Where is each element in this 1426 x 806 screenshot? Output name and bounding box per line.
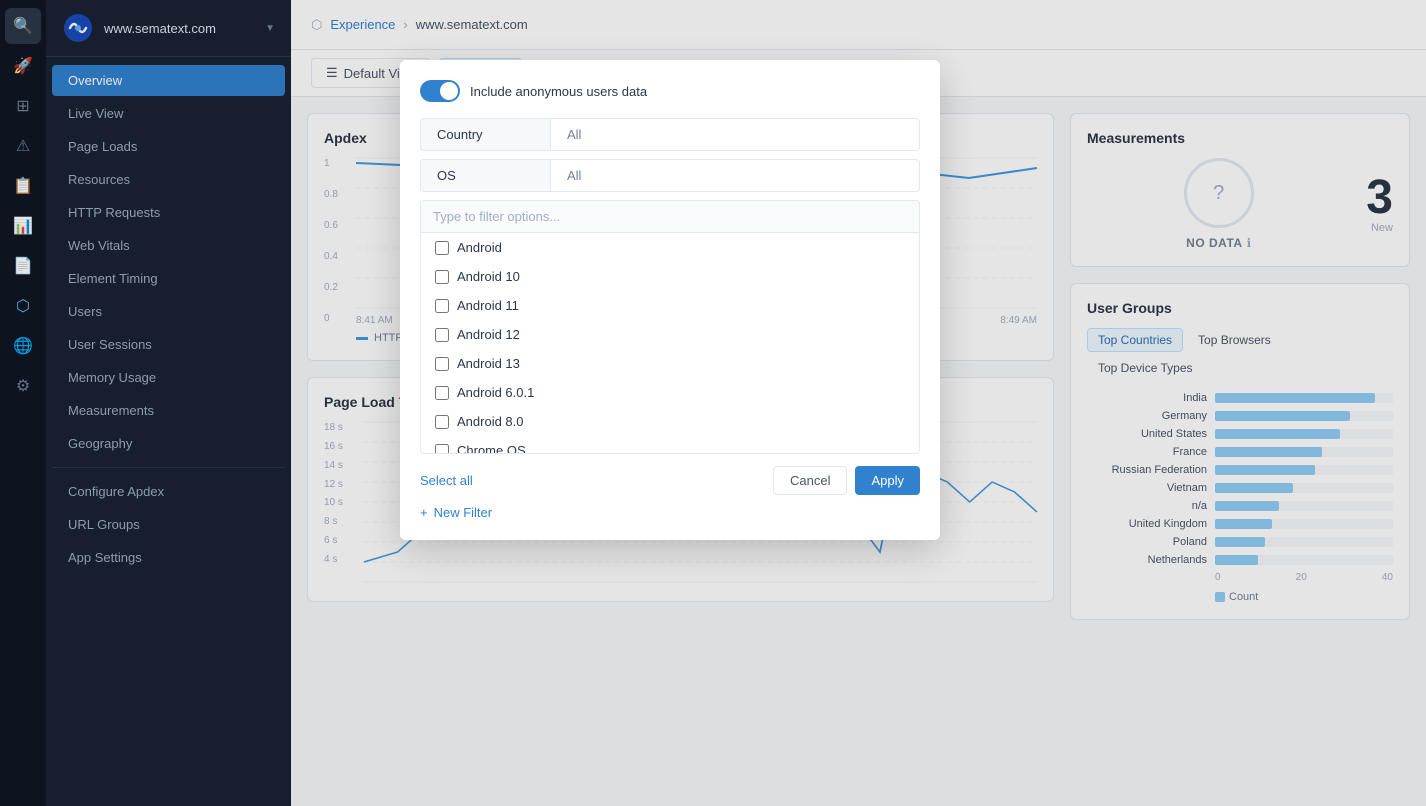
anonymous-users-toggle[interactable] bbox=[420, 80, 460, 102]
chromeos-checkbox[interactable] bbox=[435, 444, 449, 454]
filter-options-list: Android Android 10 Android 11 Android 12… bbox=[421, 233, 919, 453]
android12-label: Android 12 bbox=[457, 327, 520, 342]
new-filter-label: New Filter bbox=[434, 505, 493, 520]
chromeos-label: Chrome OS bbox=[457, 443, 526, 453]
android601-checkbox[interactable] bbox=[435, 386, 449, 400]
android11-label: Android 11 bbox=[457, 298, 519, 313]
filter-option-android11[interactable]: Android 11 bbox=[421, 291, 919, 320]
android12-checkbox[interactable] bbox=[435, 328, 449, 342]
android601-label: Android 6.0.1 bbox=[457, 385, 534, 400]
android80-checkbox[interactable] bbox=[435, 415, 449, 429]
filter-dropdown: Android Android 10 Android 11 Android 12… bbox=[420, 200, 920, 454]
filter-buttons: Cancel Apply bbox=[773, 466, 920, 495]
new-filter-button[interactable]: + New Filter bbox=[420, 505, 920, 520]
android13-label: Android 13 bbox=[457, 356, 520, 371]
filter-option-android80[interactable]: Android 8.0 bbox=[421, 407, 919, 436]
cancel-button[interactable]: Cancel bbox=[773, 466, 847, 495]
apply-button[interactable]: Apply bbox=[855, 466, 920, 495]
country-filter-value[interactable]: All bbox=[551, 119, 919, 150]
android80-label: Android 8.0 bbox=[457, 414, 524, 429]
select-all-button[interactable]: Select all bbox=[420, 473, 473, 488]
country-filter-key: Country bbox=[421, 119, 551, 150]
os-filter-value[interactable]: All bbox=[551, 160, 919, 191]
filter-option-android10[interactable]: Android 10 bbox=[421, 262, 919, 291]
filter-toggle-row: Include anonymous users data bbox=[420, 80, 920, 102]
toggle-label: Include anonymous users data bbox=[470, 84, 647, 99]
os-filter-key: OS bbox=[421, 160, 551, 191]
android13-checkbox[interactable] bbox=[435, 357, 449, 371]
plus-icon: + bbox=[420, 505, 428, 520]
filter-option-chromeos[interactable]: Chrome OS bbox=[421, 436, 919, 453]
filter-option-android[interactable]: Android bbox=[421, 233, 919, 262]
android10-label: Android 10 bbox=[457, 269, 520, 284]
os-filter-row: OS All bbox=[420, 159, 920, 192]
android-label: Android bbox=[457, 240, 502, 255]
filter-option-android12[interactable]: Android 12 bbox=[421, 320, 919, 349]
android10-checkbox[interactable] bbox=[435, 270, 449, 284]
android11-checkbox[interactable] bbox=[435, 299, 449, 313]
toggle-knob bbox=[440, 82, 458, 100]
filter-panel: Include anonymous users data Country All… bbox=[400, 60, 940, 540]
filter-actions: Select all Cancel Apply bbox=[420, 466, 920, 495]
filter-option-android601[interactable]: Android 6.0.1 bbox=[421, 378, 919, 407]
filter-option-android13[interactable]: Android 13 bbox=[421, 349, 919, 378]
filter-search-input[interactable] bbox=[421, 201, 919, 233]
android-checkbox[interactable] bbox=[435, 241, 449, 255]
country-filter-row: Country All bbox=[420, 118, 920, 151]
